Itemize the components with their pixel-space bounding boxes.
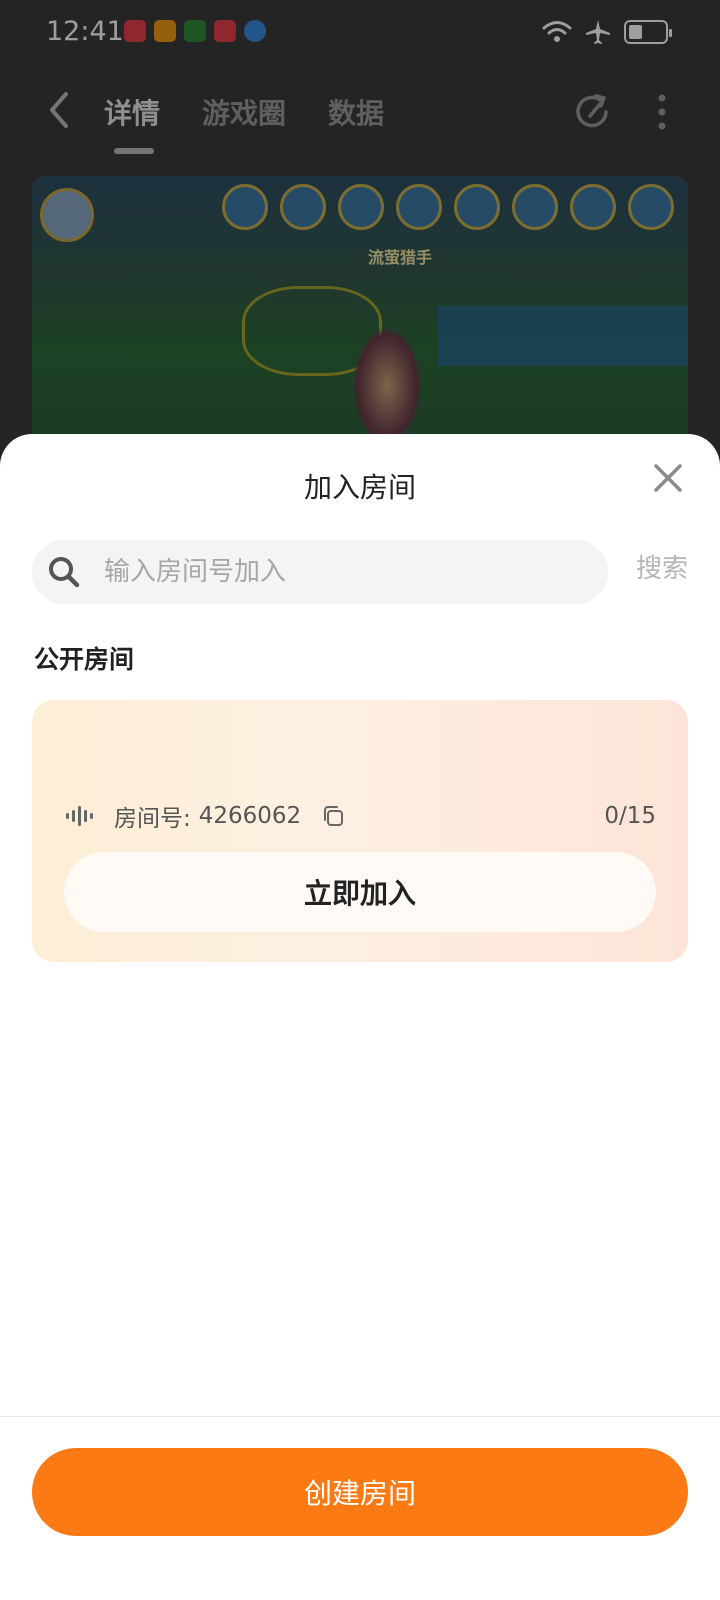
modal-backdrop[interactable] [0,0,720,460]
room-info-row: 房间号: 4266062 0/15 [64,796,656,836]
footer-divider [0,1416,720,1417]
room-number-value: 4266062 [198,803,302,829]
room-number-label: 房间号: [114,806,191,832]
join-now-button[interactable]: 立即加入 [64,852,656,932]
voice-wave-icon [66,806,93,826]
search-button[interactable]: 搜索 [636,548,688,585]
search-icon [49,557,80,588]
close-icon[interactable] [646,456,690,500]
room-card: 房间号: 4266062 0/15 立即加入 [32,700,688,962]
create-room-button[interactable]: 创建房间 [32,1448,688,1536]
copy-icon[interactable] [321,804,345,828]
room-occupancy: 0/15 [604,803,656,829]
sheet-title: 加入房间 [303,471,416,504]
background-app: 12:41 详情 游戏圈 数据 流萤猎手 [0,0,720,466]
search-bar [32,540,608,604]
public-rooms-heading: 公开房间 [34,645,135,674]
room-number-input[interactable] [104,540,594,604]
join-room-sheet: 加入房间 搜索 公开房间 房间号: 4266062 0/15 [0,434,720,1600]
